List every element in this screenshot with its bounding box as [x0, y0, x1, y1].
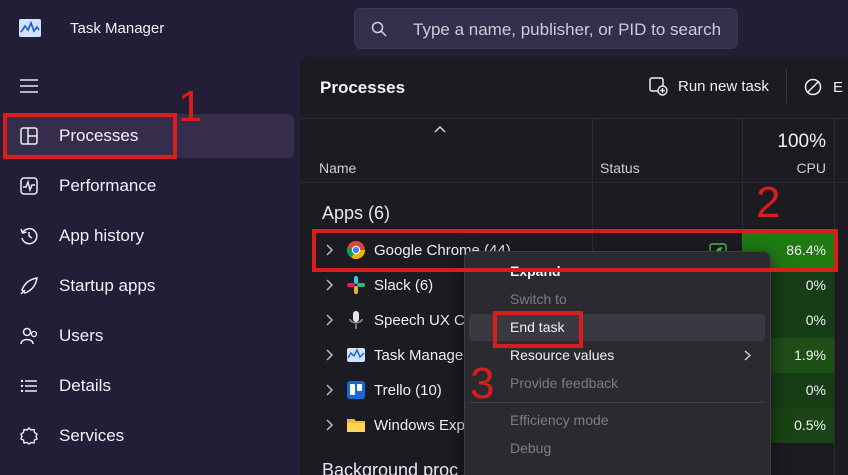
process-name: Trello (10)	[374, 382, 442, 399]
annotation-box-processes	[3, 113, 177, 159]
context-menu: Expand Switch to End task Resource value…	[464, 251, 771, 475]
annotation-box-end-task	[493, 311, 583, 348]
menu-item-label: Debug	[510, 440, 552, 456]
sidebar-item-performance[interactable]: Performance	[6, 164, 294, 208]
menu-item-efficiency-mode: Efficiency mode	[469, 407, 765, 434]
column-header-status[interactable]: Status	[600, 160, 640, 176]
menu-item-label: Resource values	[510, 347, 615, 363]
startup-icon	[20, 277, 38, 295]
run-task-icon	[649, 77, 668, 96]
cpu-value: 0.5%	[794, 417, 826, 433]
sidebar-item-label: Startup apps	[59, 276, 156, 295]
details-icon	[20, 379, 37, 393]
menu-separator	[469, 402, 765, 403]
sidebar-item-services[interactable]: Services	[6, 414, 294, 458]
chevron-right-icon[interactable]	[324, 279, 334, 291]
cpu-value: 0%	[805, 277, 826, 293]
app-title: Task Manager	[70, 20, 165, 37]
sidebar-item-label: Performance	[59, 176, 157, 195]
hamburger-menu-icon[interactable]	[19, 77, 39, 95]
toolbar-divider	[786, 69, 787, 103]
column-header-cpu[interactable]: CPU	[742, 160, 826, 176]
cpu-value: 0%	[805, 312, 826, 328]
folder-icon	[347, 419, 365, 432]
chevron-right-icon	[744, 350, 751, 361]
menu-item-switch-to: Switch to	[469, 286, 765, 313]
process-name: Slack (6)	[374, 277, 434, 294]
sidebar-item-label: Details	[59, 376, 111, 395]
annotation-number: 2	[756, 178, 781, 227]
task-manager-icon	[347, 348, 365, 362]
column-header-name[interactable]: Name	[319, 160, 356, 176]
title-bar: Task Manager Type a name, publisher, or …	[0, 0, 848, 58]
services-icon	[20, 427, 38, 445]
end-task-icon	[804, 78, 822, 96]
sidebar-item-label: App history	[59, 226, 145, 245]
history-icon	[20, 227, 38, 245]
cpu-total-percent: 100%	[777, 131, 826, 152]
sidebar-item-label: Users	[59, 326, 104, 345]
annotation-number: 1	[178, 82, 203, 131]
sidebar-item-app-history[interactable]: App history	[6, 214, 294, 258]
annotation-number: 3	[470, 359, 495, 408]
search-icon	[371, 21, 387, 37]
menu-item-debug: Debug	[469, 435, 765, 462]
chevron-right-icon[interactable]	[324, 314, 334, 326]
menu-item-label: Switch to	[510, 291, 567, 307]
trello-icon	[347, 381, 365, 399]
group-header-apps: Apps (6)	[322, 203, 391, 223]
process-name: Windows Exp	[374, 417, 465, 434]
chevron-right-icon[interactable]	[324, 384, 334, 396]
users-icon	[20, 327, 38, 345]
end-task-toolbar-label: E	[833, 79, 844, 96]
page-title: Processes	[320, 78, 406, 97]
run-new-task-label: Run new task	[678, 78, 769, 95]
process-name: Task Manager	[374, 347, 469, 364]
search-placeholder: Type a name, publisher, or PID to search	[413, 20, 722, 39]
process-name: Speech UX Co	[374, 312, 474, 329]
chevron-right-icon[interactable]	[324, 349, 334, 361]
group-header-background: Background proc	[322, 460, 459, 475]
microphone-icon	[349, 311, 363, 329]
menu-item-label: Efficiency mode	[510, 412, 609, 428]
sort-ascending-icon[interactable]	[434, 125, 446, 133]
search-input[interactable]: Type a name, publisher, or PID to search	[354, 8, 738, 49]
sidebar-item-startup-apps[interactable]: Startup apps	[6, 264, 294, 308]
task-manager-icon	[19, 19, 41, 37]
slack-icon	[347, 276, 365, 294]
sidebar-item-details[interactable]: Details	[6, 364, 294, 408]
menu-item-label: Provide feedback	[510, 375, 619, 391]
cpu-value: 1.9%	[794, 347, 826, 363]
sidebar-item-label: Services	[59, 426, 125, 445]
cpu-value: 0%	[805, 382, 826, 398]
annotation-box-chrome-row	[312, 229, 838, 272]
performance-icon	[20, 177, 38, 195]
chevron-right-icon[interactable]	[324, 419, 334, 431]
menu-item-provide-feedback: Provide feedback	[469, 370, 765, 397]
sidebar-item-users[interactable]: Users	[6, 314, 294, 358]
